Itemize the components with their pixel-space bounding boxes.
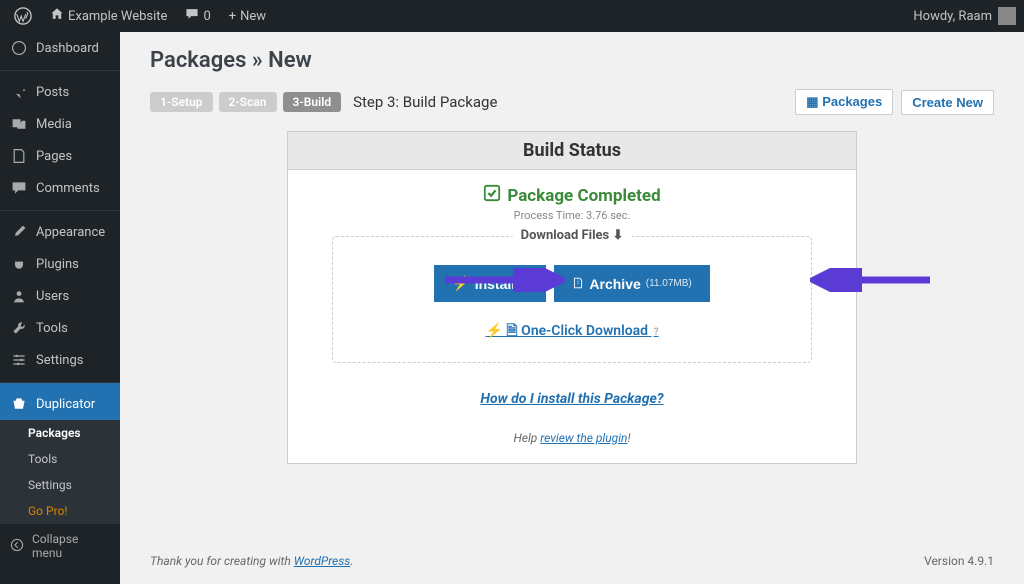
pin-icon	[10, 83, 28, 101]
footer-credit: Thank you for creating with WordPress.	[150, 554, 353, 568]
avatar	[998, 7, 1016, 25]
admin-toolbar: Example Website 0 + New Howdy, Raam	[0, 0, 1024, 32]
step-row: 1-Setup 2-Scan 3-Build Step 3: Build Pac…	[150, 89, 994, 115]
sidebar-item-media[interactable]: Media	[0, 108, 120, 140]
content: Packages » New 1-Setup 2-Scan 3-Build St…	[120, 32, 1024, 584]
wordpress-link[interactable]: WordPress	[294, 554, 351, 568]
archive-size: (11.07MB)	[646, 278, 692, 289]
brush-icon	[10, 223, 28, 241]
wp-logo-icon[interactable]	[8, 7, 38, 25]
steps-left: 1-Setup 2-Scan 3-Build Step 3: Build Pac…	[150, 92, 497, 112]
site-link[interactable]: Example Website	[44, 7, 173, 25]
media-icon	[10, 115, 28, 133]
page-title: Packages » New	[150, 48, 994, 73]
step-1: 1-Setup	[150, 92, 213, 112]
sidebar-item-posts[interactable]: Posts	[0, 70, 120, 108]
toolbar-left: Example Website 0 + New	[8, 7, 272, 25]
comment-icon	[185, 7, 199, 25]
sidebar-item-plugins[interactable]: Plugins	[0, 248, 120, 280]
sidebar-item-dashboard[interactable]: Dashboard	[0, 32, 120, 64]
sidebar-item-comments[interactable]: Comments	[0, 172, 120, 204]
dashboard-icon	[10, 39, 28, 57]
archive-button[interactable]: Archive (11.07MB)	[554, 265, 709, 302]
download-buttons: ⚡ Installer Archive (11.07MB)	[343, 265, 801, 302]
sidebar-item-duplicator[interactable]: Duplicator	[0, 382, 120, 420]
collapse-icon	[10, 538, 24, 555]
user-icon	[10, 287, 28, 305]
sidebar-item-settings[interactable]: Settings	[0, 344, 120, 376]
new-label: New	[240, 9, 266, 24]
status-completed: Package Completed	[308, 184, 836, 207]
archive-icon	[572, 276, 584, 292]
step-3: 3-Build	[283, 92, 342, 112]
review-plugin-link[interactable]: review the plugin	[540, 431, 627, 445]
sidebar-item-appearance[interactable]: Appearance	[0, 210, 120, 248]
download-files-box: Download Files ⬇ ⚡ Installer Archive (11…	[332, 236, 812, 363]
help-icon[interactable]: ?	[654, 327, 659, 338]
howto-link[interactable]: How do I install this Package?	[308, 391, 836, 407]
bolt-icon: ⚡	[486, 323, 503, 339]
submenu-tools[interactable]: Tools	[0, 446, 120, 472]
plus-icon: +	[229, 9, 236, 24]
sidebar-item-users[interactable]: Users	[0, 280, 120, 312]
grid-icon: ▦	[806, 94, 818, 109]
process-time: Process Time: 3.76 sec.	[308, 209, 836, 222]
annotation-arrow-left	[445, 268, 565, 292]
panel-header: Build Status	[288, 132, 856, 170]
layout: Dashboard Posts Media Pages Comments App…	[0, 32, 1024, 584]
home-icon	[50, 7, 64, 25]
one-click-download[interactable]: ⚡ 🗎 One-Click Download ?	[343, 320, 801, 344]
step-title: Step 3: Build Package	[353, 93, 497, 111]
step-2: 2-Scan	[219, 92, 277, 112]
submenu-gopro[interactable]: Go Pro!	[0, 498, 120, 524]
download-icon: ⬇	[612, 228, 623, 243]
top-buttons: ▦ Packages Create New	[795, 89, 994, 115]
download-legend: Download Files ⬇	[513, 228, 632, 243]
site-name: Example Website	[68, 9, 167, 24]
panel-body: Package Completed Process Time: 3.76 sec…	[288, 170, 856, 463]
sidebar-item-tools[interactable]: Tools	[0, 312, 120, 344]
version: Version 4.9.1	[924, 554, 994, 568]
pages-icon	[10, 147, 28, 165]
collapse-menu[interactable]: Collapse menu	[0, 524, 120, 568]
toolbar-right[interactable]: Howdy, Raam	[913, 7, 1016, 25]
sliders-icon	[10, 351, 28, 369]
plug-icon	[10, 255, 28, 273]
create-new-button[interactable]: Create New	[901, 90, 994, 115]
build-status-panel: Build Status Package Completed Process T…	[287, 131, 857, 464]
wrench-icon	[10, 319, 28, 337]
submenu-settings[interactable]: Settings	[0, 472, 120, 498]
check-icon	[483, 184, 501, 207]
footer: Thank you for creating with WordPress. V…	[150, 534, 994, 574]
submenu-packages[interactable]: Packages	[0, 420, 120, 446]
new-link[interactable]: + New	[223, 9, 272, 24]
sidebar-item-pages[interactable]: Pages	[0, 140, 120, 172]
admin-sidebar: Dashboard Posts Media Pages Comments App…	[0, 32, 120, 584]
packages-button[interactable]: ▦ Packages	[795, 89, 893, 115]
greeting: Howdy, Raam	[913, 9, 992, 24]
duplicator-icon	[10, 395, 28, 413]
comment-count: 0	[203, 9, 210, 24]
help-text: Help review the plugin!	[308, 431, 836, 445]
annotation-arrow-right	[810, 268, 930, 292]
file-icon: 🗎	[506, 323, 517, 339]
comments-link[interactable]: 0	[179, 7, 216, 25]
comments-icon	[10, 179, 28, 197]
duplicator-submenu: Packages Tools Settings Go Pro!	[0, 420, 120, 524]
